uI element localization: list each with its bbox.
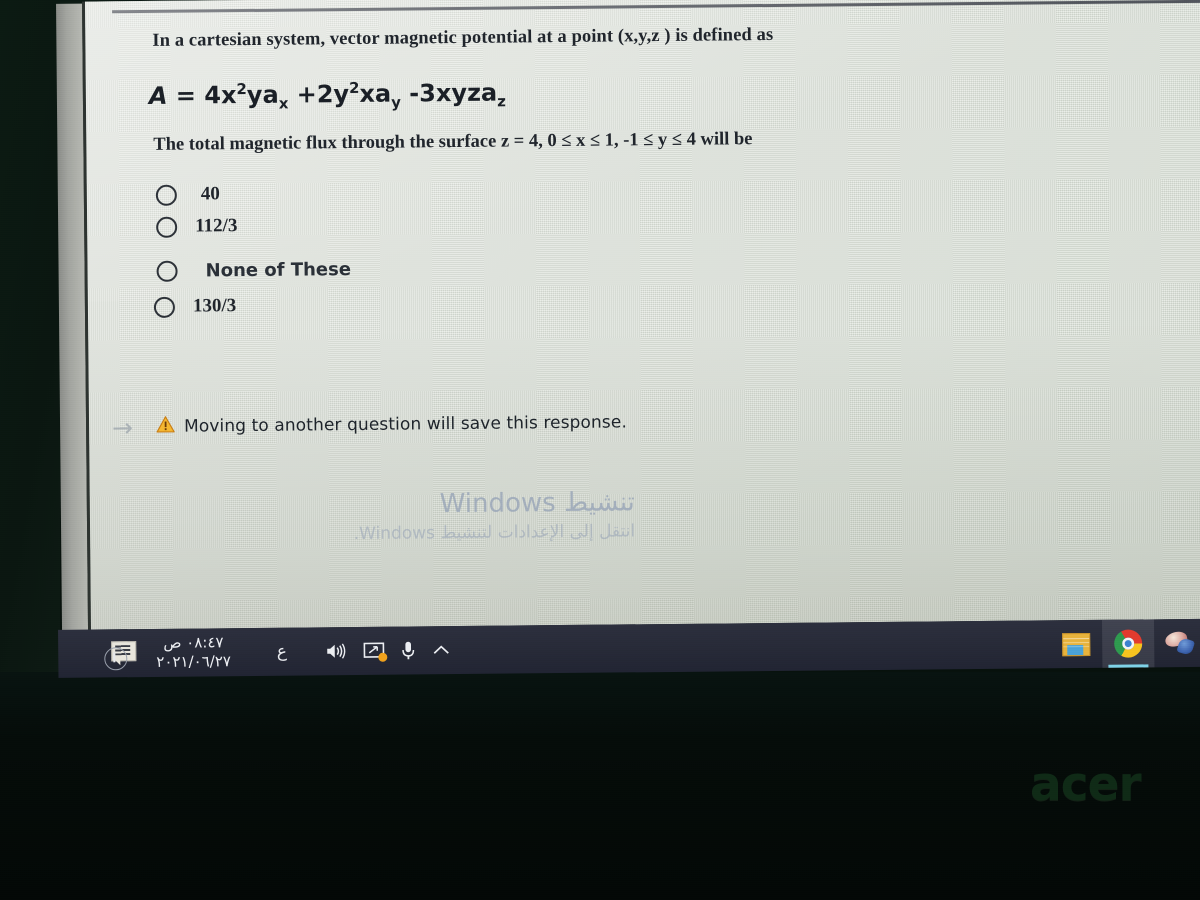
taskbar-app-google-chrome[interactable] (1101, 619, 1155, 668)
clock-time: ٠٨:٤٧ ص (163, 633, 224, 653)
formula-lhs: A (148, 81, 168, 110)
windows-taskbar: ٠٨:٤٧ ص ٢٠٢١/٠٦/٢٧ ع (58, 618, 1200, 678)
taskbar-app-colorful[interactable] (1154, 619, 1200, 667)
answer-option-1[interactable]: 40 (155, 183, 220, 206)
formula-term2-body: xa (359, 79, 392, 108)
formula-term3-subscript: z (497, 92, 507, 111)
formula-term1-body: ya (246, 80, 279, 110)
screen-cast-badge (377, 652, 388, 662)
answer-option-1-label: 40 (200, 183, 220, 205)
clock-date: ٢٠٢١/٠٦/٢٧ (156, 652, 231, 671)
formula-term3-coef: -3xyza (409, 78, 498, 108)
notification-ring (104, 647, 128, 671)
screen-content-area: In a cartesian system, vector magnetic p… (40, 0, 1200, 680)
answer-option-3-label: None of These (205, 259, 352, 282)
ghost-arrow-icon: → (111, 413, 134, 443)
windows-activation-watermark: تنشيط Windows انتقل إلى الإعدادات لتنشيط… (155, 487, 636, 545)
formula-term1-subscript: x (278, 94, 289, 113)
microphone-icon[interactable] (401, 640, 415, 660)
answer-option-2-label: 112/3 (195, 215, 238, 237)
radio-button-option-4[interactable] (153, 296, 176, 318)
colorful-app-icon (1163, 629, 1196, 656)
question-formula: A = 4x2yax +2y2xay -3xyzaz (149, 78, 506, 114)
save-response-notice: Moving to another question will save thi… (156, 411, 627, 438)
notification-ring-mark (113, 652, 116, 663)
answer-option-3[interactable]: None of These (156, 259, 351, 282)
screen-cast-icon[interactable] (363, 642, 388, 662)
taskbar-app-file-explorer[interactable] (1050, 620, 1102, 668)
answer-option-2[interactable]: 112/3 (156, 215, 237, 238)
taskbar-app-buttons (1050, 619, 1200, 668)
speaker-icon[interactable] (325, 642, 347, 660)
photographed-laptop-screen: acer In a cartesian system, vector magne… (0, 0, 1200, 900)
formula-term1-exponent: 2 (236, 80, 247, 99)
warning-triangle-icon (156, 416, 175, 438)
taskbar-left-cluster: ٠٨:٤٧ ص ٢٠٢١/٠٦/٢٧ ع (58, 631, 451, 672)
radio-button-option-2[interactable] (156, 216, 178, 238)
file-explorer-icon (1062, 632, 1091, 656)
watermark-title: تنشيط Windows (439, 487, 635, 520)
taskbar-clock[interactable]: ٠٨:٤٧ ص ٢٠٢١/٠٦/٢٧ (156, 633, 231, 671)
chevron-up-icon[interactable] (431, 643, 451, 657)
acer-brand-logo: acer (1030, 757, 1142, 812)
formula-term2-coef: +2y (296, 80, 350, 109)
language-indicator[interactable]: ع (277, 642, 287, 662)
notification-balloon-icon[interactable] (104, 640, 137, 671)
answer-option-4[interactable]: 130/3 (153, 295, 237, 318)
formula-term2-exponent: 2 (348, 78, 360, 98)
radio-button-option-1[interactable] (155, 184, 177, 206)
formula-term1-coef: 4x (204, 81, 237, 110)
save-response-notice-text: Moving to another question will save thi… (183, 412, 628, 437)
taskbar-tray-icons (325, 640, 451, 662)
bezel-bottom-edge (0, 672, 1200, 900)
google-chrome-icon (1114, 629, 1143, 658)
formula-term2-subscript: y (391, 93, 402, 112)
radio-button-option-3[interactable] (156, 260, 178, 282)
formula-equals: = (175, 81, 197, 110)
answer-option-4-label: 130/3 (192, 295, 237, 317)
